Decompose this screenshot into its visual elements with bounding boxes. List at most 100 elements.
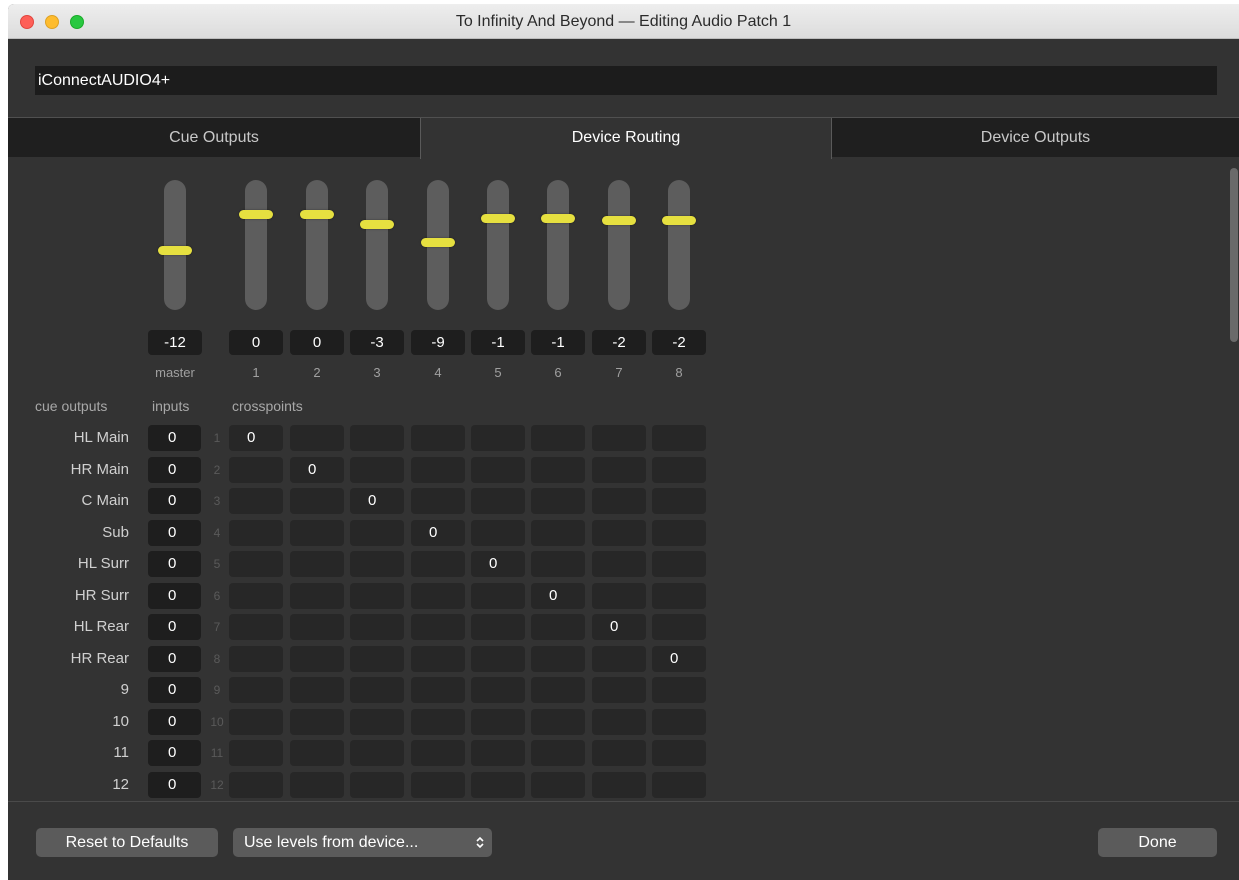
crosspoint-cell[interactable] <box>531 772 585 798</box>
output-fader-1[interactable] <box>239 180 273 310</box>
crosspoint-cell[interactable] <box>592 425 646 451</box>
crosspoint-cell[interactable] <box>411 425 465 451</box>
crosspoint-cell[interactable] <box>290 520 344 546</box>
crosspoint-cell[interactable] <box>229 583 283 609</box>
crosspoint-cell[interactable]: 0 <box>592 614 646 640</box>
levels-source-popup[interactable]: Use levels from device... <box>233 828 492 857</box>
crosspoint-cell[interactable]: 0 <box>290 457 344 483</box>
input-level-field[interactable]: 0 <box>148 488 201 514</box>
crosspoint-cell[interactable] <box>471 425 525 451</box>
output-level-field[interactable]: -1 <box>531 330 585 355</box>
crosspoint-cell[interactable] <box>531 677 585 703</box>
crosspoint-cell[interactable] <box>471 740 525 766</box>
crosspoint-cell[interactable] <box>471 772 525 798</box>
crosspoint-cell[interactable] <box>411 488 465 514</box>
crosspoint-cell[interactable] <box>652 772 706 798</box>
crosspoint-cell[interactable] <box>652 583 706 609</box>
crosspoint-cell[interactable] <box>229 772 283 798</box>
fader-knob[interactable] <box>662 216 696 225</box>
crosspoint-cell[interactable]: 0 <box>350 488 404 514</box>
master-level-field[interactable]: -12 <box>148 330 202 355</box>
crosspoint-cell[interactable] <box>411 677 465 703</box>
crosspoint-cell[interactable] <box>229 457 283 483</box>
crosspoint-cell[interactable] <box>471 614 525 640</box>
input-level-field[interactable]: 0 <box>148 583 201 609</box>
output-fader-7[interactable] <box>602 180 636 310</box>
vertical-scrollbar[interactable] <box>1230 168 1238 342</box>
crosspoint-cell[interactable] <box>411 709 465 735</box>
crosspoint-cell[interactable] <box>290 583 344 609</box>
crosspoint-cell[interactable] <box>411 740 465 766</box>
crosspoint-cell[interactable] <box>471 646 525 672</box>
crosspoint-cell[interactable] <box>531 520 585 546</box>
input-level-field[interactable]: 0 <box>148 457 201 483</box>
crosspoint-cell[interactable] <box>350 772 404 798</box>
crosspoint-cell[interactable] <box>592 740 646 766</box>
crosspoint-cell[interactable] <box>350 551 404 577</box>
crosspoint-cell[interactable] <box>411 551 465 577</box>
crosspoint-cell[interactable] <box>350 677 404 703</box>
crosspoint-cell[interactable] <box>592 551 646 577</box>
crosspoint-cell[interactable]: 0 <box>531 583 585 609</box>
crosspoint-cell[interactable] <box>592 583 646 609</box>
crosspoint-cell[interactable] <box>290 677 344 703</box>
crosspoint-cell[interactable] <box>531 614 585 640</box>
fader-knob[interactable] <box>541 214 575 223</box>
crosspoint-cell[interactable] <box>652 488 706 514</box>
crosspoint-cell[interactable] <box>592 457 646 483</box>
crosspoint-cell[interactable] <box>350 583 404 609</box>
crosspoint-cell[interactable] <box>290 425 344 451</box>
crosspoint-cell[interactable] <box>229 488 283 514</box>
output-level-field[interactable]: -1 <box>471 330 525 355</box>
crosspoint-cell[interactable] <box>652 709 706 735</box>
input-level-field[interactable]: 0 <box>148 709 201 735</box>
output-level-field[interactable]: -9 <box>411 330 465 355</box>
tab-device-outputs[interactable]: Device Outputs <box>832 118 1239 158</box>
crosspoint-cell[interactable] <box>411 583 465 609</box>
crosspoint-cell[interactable]: 0 <box>471 551 525 577</box>
crosspoint-cell[interactable] <box>592 520 646 546</box>
input-level-field[interactable]: 0 <box>148 740 201 766</box>
fader-knob[interactable] <box>421 238 455 247</box>
tab-device-routing[interactable]: Device Routing <box>420 118 832 159</box>
crosspoint-cell[interactable] <box>350 740 404 766</box>
input-level-field[interactable]: 0 <box>148 646 201 672</box>
crosspoint-cell[interactable] <box>411 646 465 672</box>
crosspoint-cell[interactable] <box>652 457 706 483</box>
crosspoint-cell[interactable] <box>411 457 465 483</box>
fader-knob[interactable] <box>602 216 636 225</box>
output-level-field[interactable]: -2 <box>592 330 646 355</box>
crosspoint-cell[interactable] <box>290 551 344 577</box>
output-fader-5[interactable] <box>481 180 515 310</box>
crosspoint-cell[interactable] <box>592 677 646 703</box>
crosspoint-cell[interactable] <box>350 425 404 451</box>
crosspoint-cell[interactable] <box>350 614 404 640</box>
fader-knob[interactable] <box>300 210 334 219</box>
output-level-field[interactable]: 0 <box>229 330 283 355</box>
output-level-field[interactable]: -2 <box>652 330 706 355</box>
input-level-field[interactable]: 0 <box>148 772 201 798</box>
output-fader-3[interactable] <box>360 180 394 310</box>
crosspoint-cell[interactable] <box>592 772 646 798</box>
crosspoint-cell[interactable] <box>229 551 283 577</box>
crosspoint-cell[interactable] <box>592 646 646 672</box>
input-level-field[interactable]: 0 <box>148 425 201 451</box>
input-level-field[interactable]: 0 <box>148 520 201 546</box>
crosspoint-cell[interactable] <box>411 772 465 798</box>
crosspoint-cell[interactable] <box>471 520 525 546</box>
crosspoint-cell[interactable]: 0 <box>229 425 283 451</box>
crosspoint-cell[interactable]: 0 <box>652 646 706 672</box>
crosspoint-cell[interactable] <box>229 520 283 546</box>
crosspoint-cell[interactable] <box>290 646 344 672</box>
crosspoint-cell[interactable] <box>471 457 525 483</box>
crosspoint-cell[interactable] <box>531 646 585 672</box>
crosspoint-cell[interactable] <box>652 677 706 703</box>
done-button[interactable]: Done <box>1098 828 1217 857</box>
output-fader-6[interactable] <box>541 180 575 310</box>
crosspoint-cell[interactable] <box>652 520 706 546</box>
crosspoint-cell[interactable] <box>350 646 404 672</box>
tab-cue-outputs[interactable]: Cue Outputs <box>8 118 420 158</box>
fader-knob[interactable] <box>360 220 394 229</box>
crosspoint-cell[interactable] <box>411 614 465 640</box>
device-name-field[interactable]: iConnectAUDIO4+ <box>35 66 1217 95</box>
